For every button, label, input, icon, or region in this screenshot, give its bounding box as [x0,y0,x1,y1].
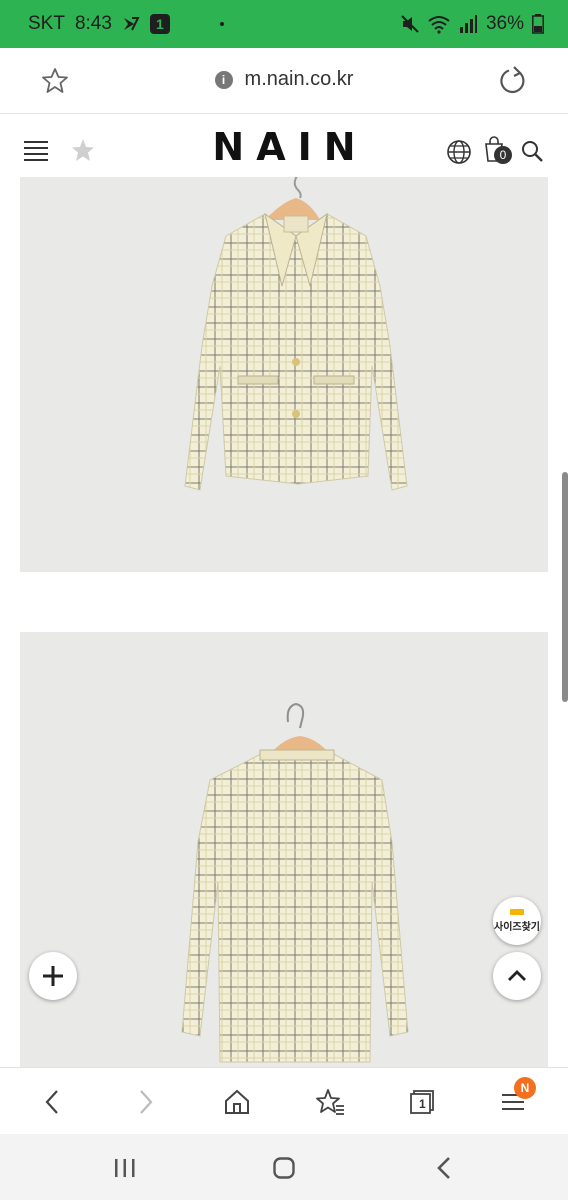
size-finder-label: 사이즈찾기 [494,922,540,933]
system-nav-bar [0,1134,568,1200]
home-nav-icon [273,1157,295,1179]
tab-count: 1 [419,1097,426,1111]
scroll-to-top-button[interactable] [493,952,541,1000]
recents-button[interactable] [109,1152,141,1184]
product-image-front [20,177,548,572]
browser-toolbar: 1 N [0,1067,568,1134]
status-right: 36% [400,13,544,35]
info-icon[interactable]: i [214,70,233,89]
globe-icon[interactable] [446,139,472,165]
bookmarks-button[interactable] [314,1086,346,1118]
recents-icon [115,1159,135,1177]
url-text: m.nain.co.kr [244,68,354,90]
new-badge: N [514,1077,536,1099]
back-icon [45,1090,58,1114]
product-image-back [20,632,548,1067]
add-button[interactable] [29,952,77,1000]
status-bar: SKT 8:43 1 36% [0,0,568,48]
home-button[interactable] [221,1086,253,1118]
battery-percent: 36% [485,13,524,34]
chevron-up-icon [508,970,526,981]
url-field[interactable]: i m.nain.co.kr [0,68,568,91]
mute-icon [401,15,419,33]
forward-icon [140,1090,153,1114]
talk-notification-icon [123,17,140,31]
back-nav-button[interactable] [428,1152,460,1184]
notification-badge: 1 [149,14,170,34]
ruler-icon [510,909,524,915]
jacket-front-illustration [184,177,408,491]
plus-icon [43,966,63,986]
size-finder-button[interactable]: 사이즈찾기 [493,897,541,945]
reload-icon[interactable] [496,64,530,98]
tabs-button[interactable]: 1 [406,1086,438,1118]
forward-button[interactable] [129,1086,161,1118]
home-nav-button[interactable] [268,1152,300,1184]
wifi-icon [428,16,450,34]
product-detail-content[interactable]: 사이즈찾기 [0,177,568,1067]
signal-icon [459,15,477,33]
search-icon[interactable] [520,139,544,163]
clock: 8:43 [74,13,112,34]
site-header: NAIN 0 [0,115,568,177]
browser-address-bar: i m.nain.co.kr [0,48,568,114]
jacket-back-illustration [181,702,409,1063]
back-nav-icon [437,1157,450,1179]
cart-count-badge: 0 [494,146,512,164]
status-left: SKT 8:43 1 [28,13,400,35]
bookmarks-icon [316,1089,344,1115]
notification-dot [219,22,224,26]
home-icon [225,1089,249,1114]
scroll-indicator[interactable] [562,472,568,702]
back-button[interactable] [37,1086,69,1118]
carrier-label: SKT [28,13,65,34]
battery-icon [532,14,544,34]
